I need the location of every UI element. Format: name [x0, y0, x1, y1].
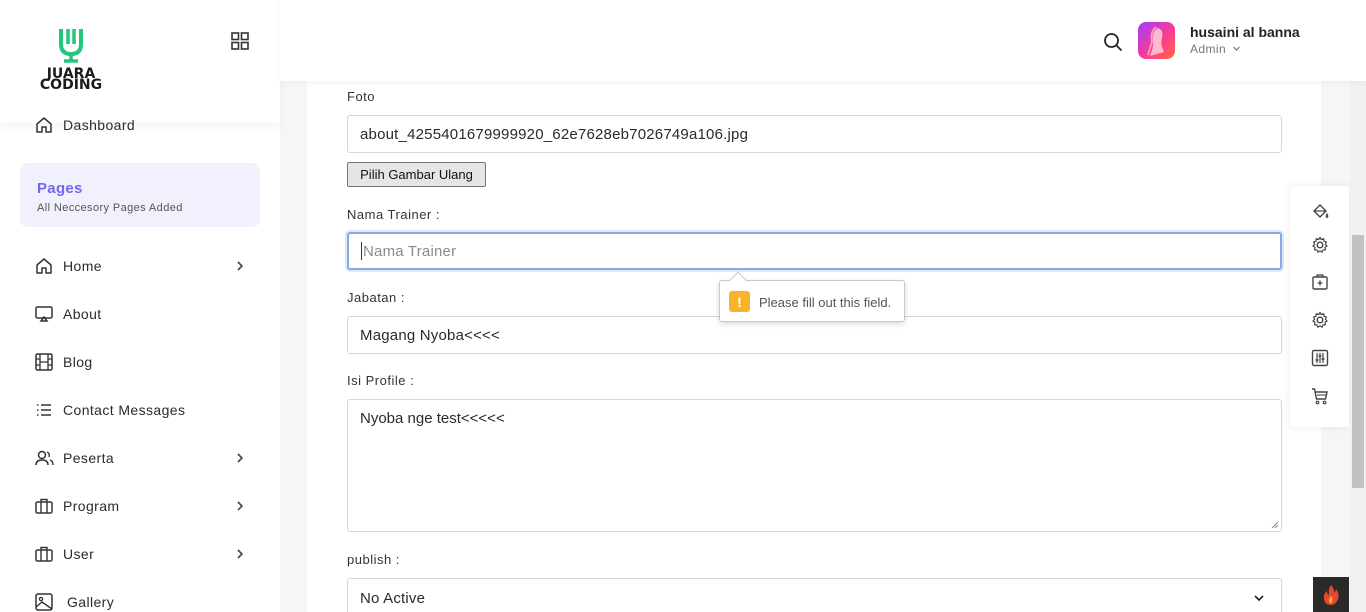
cart-icon[interactable] [1310, 386, 1330, 406]
debug-toolbar-button[interactable] [1313, 577, 1349, 612]
sidebar: JUARA CODING Dashboard Pages All Necceso… [0, 0, 280, 612]
chevron-right-icon [237, 501, 244, 511]
briefcase-icon [34, 544, 54, 564]
gear-icon[interactable] [1310, 235, 1330, 255]
page-scrollbar-thumb[interactable] [1352, 235, 1364, 488]
tooltip-message: Please fill out this field. [759, 295, 892, 310]
flame-icon [1323, 584, 1339, 605]
sidebar-item-label: Program [63, 498, 120, 514]
sidebar-item-label: Peserta [63, 450, 115, 466]
pages-subtitle: All Neccesory Pages Added [37, 202, 183, 214]
sidebar-item-gallery[interactable]: Gallery [34, 590, 249, 612]
image-icon [34, 592, 54, 612]
sidebar-item-peserta[interactable]: Peserta [34, 446, 249, 470]
sidebar-item-home[interactable]: Home [34, 254, 249, 278]
sidebar-item-dashboard[interactable]: Dashboard [34, 113, 249, 137]
home-icon [34, 256, 54, 276]
film-icon [34, 352, 54, 372]
sidebar-item-label: Gallery [67, 594, 115, 610]
warning-icon: ! [729, 291, 750, 312]
avatar[interactable] [1138, 22, 1175, 59]
foto-label: Foto [347, 89, 376, 104]
home-icon [34, 115, 54, 135]
sliders-icon[interactable] [1310, 348, 1330, 368]
avatar-figure-icon [1147, 26, 1164, 56]
sidebar-item-label: About [63, 306, 102, 322]
sidebar-item-user[interactable]: User [34, 542, 249, 566]
user-role-dropdown[interactable]: Admin [1190, 42, 1241, 56]
isi-profile-label: Isi Profile : [347, 373, 415, 388]
chevron-down-icon [1232, 46, 1240, 51]
chevron-right-icon [237, 549, 244, 559]
sidebar-item-label: Home [63, 258, 102, 274]
foto-filename-value: about_4255401679999920_62e7628eb7026749a… [360, 125, 749, 143]
sidebar-item-label: Dashboard [63, 117, 136, 133]
pages-section: Pages All Neccesory Pages Added [20, 163, 260, 227]
sidebar-item-label: User [63, 546, 95, 562]
pages-title: Pages [37, 180, 83, 197]
sidebar-item-blog[interactable]: Blog [34, 350, 249, 374]
foto-filename-field[interactable]: about_4255401679999920_62e7628eb7026749a… [347, 115, 1282, 153]
sidebar-item-program[interactable]: Program [34, 494, 249, 518]
briefcase-icon [34, 496, 54, 516]
jabatan-value: Magang Nyoba<<<< [360, 326, 500, 344]
medical-bag-icon[interactable] [1310, 272, 1330, 292]
choose-image-button[interactable]: Pilih Gambar Ulang [347, 162, 486, 187]
sidebar-item-about[interactable]: About [34, 302, 249, 326]
logo-area: JUARA CODING [0, 0, 280, 122]
nama-trainer-label: Nama Trainer : [347, 207, 440, 222]
validation-tooltip: ! Please fill out this field. [719, 271, 905, 322]
logo-mark-icon [59, 29, 83, 63]
publish-selected-value: No Active [360, 589, 426, 607]
top-header: husaini al banna Admin [280, 0, 1366, 81]
settings-icon[interactable] [1310, 310, 1330, 330]
publish-label: publish : [347, 552, 400, 567]
nama-trainer-input[interactable]: Nama Trainer [347, 232, 1282, 270]
floating-toolbar [1290, 186, 1349, 427]
grid-menu-icon[interactable] [230, 31, 250, 51]
sidebar-item-label: Contact Messages [63, 402, 186, 418]
nama-trainer-placeholder: Nama Trainer [363, 242, 457, 260]
sidebar-item-contact-messages[interactable]: Contact Messages [34, 398, 249, 422]
isi-profile-value: Nyoba nge test<<<<< [360, 410, 505, 427]
resize-handle-icon[interactable] [1271, 521, 1279, 529]
paint-bucket-icon[interactable] [1310, 202, 1330, 222]
publish-select[interactable]: No Active [347, 578, 1282, 612]
user-name[interactable]: husaini al banna [1190, 24, 1300, 40]
users-icon [34, 448, 54, 468]
user-role-label: Admin [1190, 42, 1227, 56]
isi-profile-textarea[interactable]: Nyoba nge test<<<<< [347, 399, 1282, 532]
search-icon[interactable] [1102, 31, 1124, 53]
chevron-down-icon [1254, 595, 1264, 602]
monitor-icon [34, 304, 54, 324]
chevron-right-icon [237, 453, 244, 463]
list-icon [34, 400, 54, 420]
sidebar-item-label: Blog [63, 354, 93, 370]
jabatan-label: Jabatan : [347, 290, 405, 305]
chevron-right-icon [237, 261, 244, 271]
text-caret [361, 242, 362, 260]
logo[interactable]: JUARA CODING [34, 26, 108, 93]
logo-text-line2: CODING [39, 77, 103, 93]
